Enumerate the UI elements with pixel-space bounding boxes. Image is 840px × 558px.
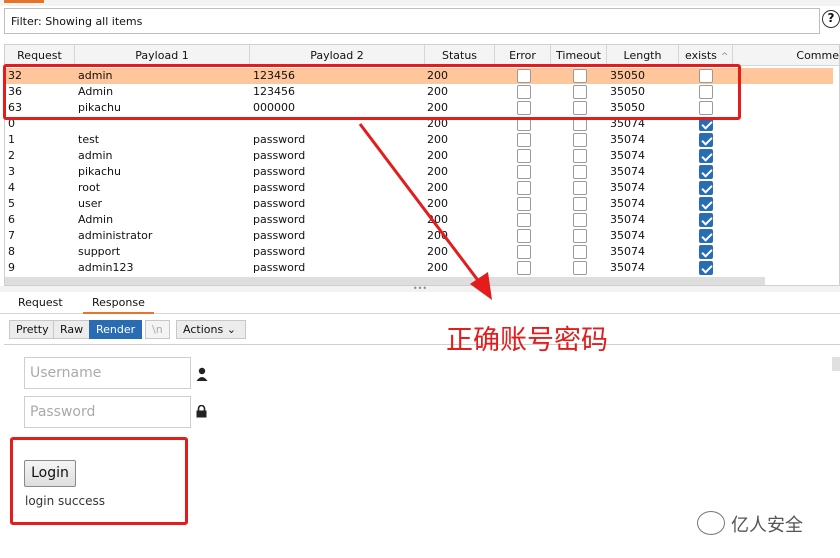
wechat-logo-icon bbox=[697, 511, 725, 535]
watermark-text: 亿人安全 bbox=[731, 515, 803, 536]
annotation-text: 正确账号密码 bbox=[446, 325, 608, 356]
arrow-line bbox=[358, 123, 488, 292]
annotation-arrow bbox=[358, 123, 492, 300]
